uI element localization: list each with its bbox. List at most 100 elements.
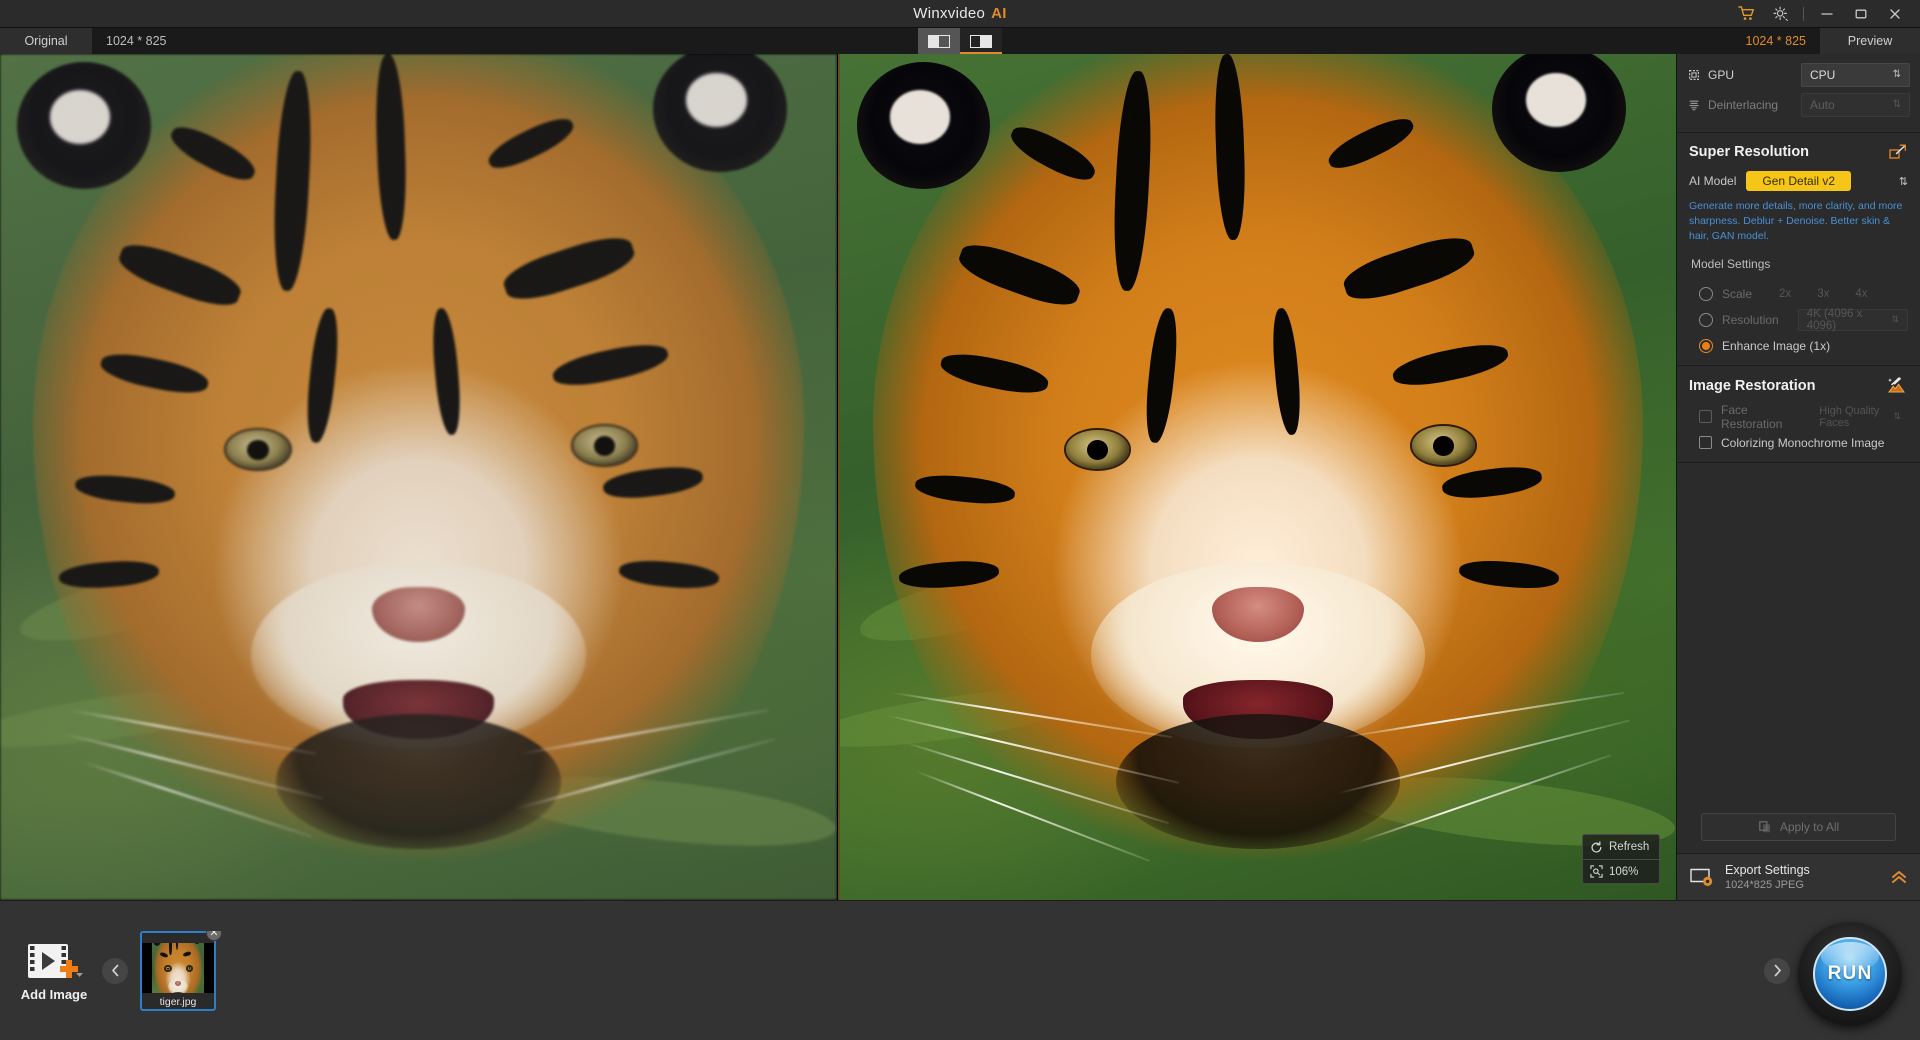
- preview-image-pane[interactable]: Refresh 106%: [838, 54, 1676, 900]
- view-mode-split-button[interactable]: [960, 28, 1002, 54]
- filmstrip-next-button[interactable]: [1764, 957, 1790, 984]
- tiger-eye-right: [1411, 426, 1476, 466]
- main-body: Refresh 106% GPU CPU ⇅ Deinterlacing Aut…: [0, 54, 1920, 900]
- preview-tiger-image: [840, 54, 1676, 900]
- thumbnail-tiger-art: [152, 942, 204, 993]
- colorizing-checkbox[interactable]: [1699, 436, 1712, 450]
- deinterlacing-select[interactable]: Auto ⇅: [1801, 93, 1910, 117]
- tiger-eye-left: [225, 430, 290, 470]
- split-view-icon: [970, 34, 992, 48]
- gpu-label: GPU: [1708, 68, 1735, 82]
- sidebar-spacer: [1677, 462, 1920, 813]
- settings-sidebar: GPU CPU ⇅ Deinterlacing Auto ⇅ Super Res…: [1676, 54, 1920, 900]
- bottom-bar: Add Image ✕ tiger.jpg RUN: [0, 900, 1920, 1040]
- ai-model-row: AI Model Gen Detail v2 ⇅: [1689, 171, 1908, 191]
- scale-choices: 2x 3x 4x: [1779, 288, 1867, 300]
- ai-model-chevron-icon[interactable]: ⇅: [1899, 175, 1908, 188]
- option-enhance-radio[interactable]: [1699, 338, 1713, 353]
- run-button[interactable]: RUN: [1798, 922, 1902, 1026]
- app-title: Winxvideo AI: [0, 5, 1920, 22]
- zoom-level-button[interactable]: 106%: [1583, 859, 1659, 883]
- ai-model-value[interactable]: Gen Detail v2: [1746, 171, 1852, 191]
- magic-image-icon[interactable]: [1886, 376, 1908, 396]
- gpu-select[interactable]: CPU ⇅: [1801, 63, 1910, 87]
- preview-resolution-label: 1024 * 825: [1745, 34, 1806, 48]
- apply-to-all-wrapper: Apply to All: [1677, 813, 1920, 853]
- divider: [1803, 6, 1804, 21]
- chevron-up-icon[interactable]: [1890, 868, 1908, 886]
- view-mode-toggle-group: [918, 28, 1002, 54]
- face-quality-select-value: High Quality Faces: [1819, 404, 1880, 429]
- list-item[interactable]: ✕ tiger.jpg: [140, 930, 222, 1011]
- tab-preview[interactable]: Preview: [1820, 28, 1920, 54]
- original-image-pane[interactable]: [0, 54, 838, 900]
- face-restoration-row: Face Restoration High Quality Faces ⇅: [1689, 402, 1908, 431]
- export-settings-details: 1024*825 JPEG: [1725, 879, 1804, 891]
- add-image-button[interactable]: Add Image: [6, 940, 102, 1002]
- maximize-icon[interactable]: [1844, 1, 1878, 27]
- image-restoration-section: Image Restoration Face Restoration High …: [1677, 366, 1920, 462]
- deinterlacing-label: Deinterlacing: [1708, 98, 1779, 112]
- viewer-controls-overlay: Refresh 106%: [1582, 834, 1660, 884]
- super-resolution-title: Super Resolution: [1689, 144, 1810, 160]
- close-icon[interactable]: ✕: [206, 930, 222, 941]
- deinterlacing-select-value: Auto: [1810, 98, 1835, 112]
- tab-original[interactable]: Original: [0, 28, 92, 54]
- tiger-ear-left: [16, 62, 151, 190]
- cart-icon[interactable]: [1729, 1, 1763, 27]
- close-icon[interactable]: [1878, 1, 1912, 27]
- scale-choice-3x[interactable]: 3x: [1817, 288, 1829, 300]
- option-resolution-label: Resolution: [1722, 312, 1779, 327]
- option-resolution-radio[interactable]: [1699, 312, 1713, 327]
- model-settings-label: Model Settings: [1691, 256, 1771, 271]
- thumbnail-image: [142, 942, 214, 993]
- image-restoration-header: Image Restoration: [1689, 376, 1908, 396]
- apply-to-all-button[interactable]: Apply to All: [1701, 813, 1896, 841]
- thumbnail-filename: tiger.jpg: [159, 995, 197, 1008]
- run-button-inner: RUN: [1813, 937, 1887, 1011]
- gear-icon[interactable]: [1763, 1, 1797, 27]
- chevron-updown-icon: ⇅: [1892, 99, 1901, 110]
- face-quality-select[interactable]: High Quality Faces ⇅: [1812, 404, 1908, 429]
- refresh-button[interactable]: Refresh: [1583, 835, 1659, 859]
- copy-icon: [1758, 820, 1772, 834]
- refresh-icon: [1591, 840, 1602, 852]
- deinterlacing-row: Deinterlacing Auto ⇅: [1687, 92, 1910, 118]
- resolution-select[interactable]: 4K (4096 x 4096) ⇅: [1797, 308, 1908, 332]
- option-scale-label: Scale: [1722, 286, 1753, 301]
- chevron-updown-icon: ⇅: [1893, 411, 1901, 422]
- image-comparison-stage: Refresh 106%: [0, 54, 1676, 900]
- super-resolution-section: Super Resolution AI Model Gen Detail v2 …: [1677, 133, 1920, 365]
- option-enhance-label: Enhance Image (1x): [1722, 338, 1831, 353]
- chevron-updown-icon: ⇅: [1891, 314, 1899, 325]
- view-mode-single-button[interactable]: [918, 28, 960, 54]
- app-window: Winxvideo AI Original 1024 * 825 1024 * …: [0, 0, 1920, 1040]
- ai-model-label: AI Model: [1689, 174, 1737, 188]
- chevron-left-icon: [111, 964, 118, 977]
- chevron-right-icon: [1774, 964, 1781, 977]
- view-tabstrip: Original 1024 * 825 1024 * 825 Preview: [0, 28, 1920, 54]
- export-settings-title: Export Settings: [1725, 863, 1810, 877]
- gpu-row: GPU CPU ⇅: [1687, 62, 1910, 88]
- face-restoration-label: Face Restoration: [1721, 402, 1783, 431]
- tiger-mouth: [343, 680, 494, 740]
- run-label: RUN: [1827, 963, 1873, 984]
- option-enhance-row: Enhance Image (1x): [1689, 333, 1908, 359]
- refresh-label: Refresh: [1609, 841, 1650, 853]
- export-settings-bar[interactable]: Export Settings 1024*825 JPEG: [1677, 853, 1920, 900]
- title-bar: Winxvideo AI: [0, 0, 1920, 28]
- apply-to-all-label: Apply to All: [1779, 820, 1840, 834]
- ai-model-description: Generate more details, more clarity, and…: [1689, 200, 1903, 243]
- scale-choice-2x[interactable]: 2x: [1779, 288, 1791, 300]
- chevron-updown-icon: ⇅: [1892, 69, 1901, 80]
- scale-choice-4x[interactable]: 4x: [1855, 288, 1867, 300]
- expand-icon[interactable]: [1888, 143, 1908, 161]
- colorizing-row: Colorizing Monochrome Image: [1689, 430, 1908, 456]
- filmstrip-prev-button[interactable]: [102, 957, 128, 984]
- face-restoration-checkbox[interactable]: [1699, 410, 1712, 424]
- gpu-select-value: CPU: [1810, 68, 1836, 82]
- option-scale-radio[interactable]: [1699, 286, 1713, 301]
- minimize-icon[interactable]: [1810, 1, 1844, 27]
- tiger-chin: [276, 713, 561, 850]
- original-resolution-label: 1024 * 825: [106, 34, 167, 48]
